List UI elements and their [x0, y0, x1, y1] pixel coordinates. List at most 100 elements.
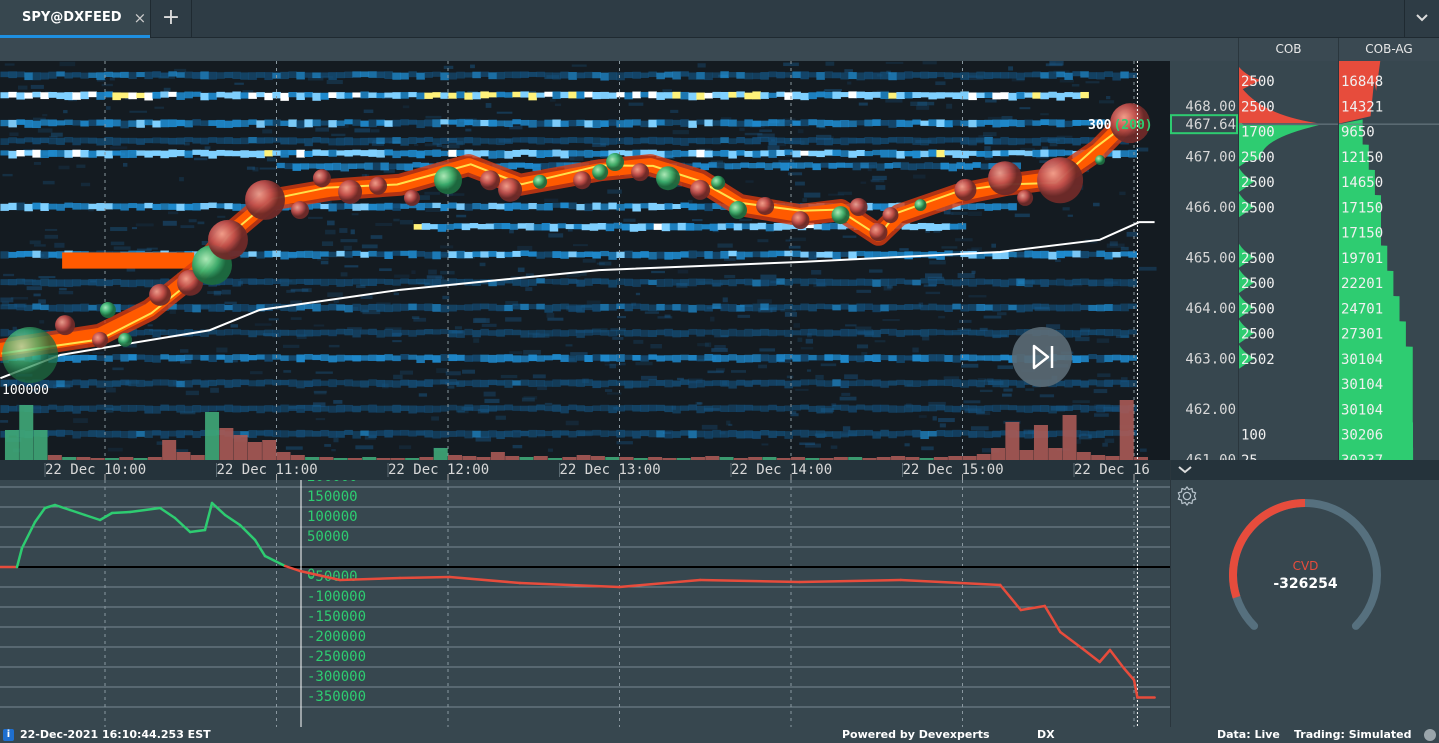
liquidity-cell	[264, 354, 273, 362]
liquidity-cell	[384, 137, 393, 144]
collapse-bar[interactable]	[1171, 460, 1439, 480]
liquidity-cell	[400, 138, 409, 146]
cvd-chart[interactable]: 200000150000100000500000-50000-100000-15…	[0, 480, 1170, 727]
liquidity-cell	[888, 355, 897, 362]
liquidity-cell	[984, 136, 993, 145]
heatmap-cell	[872, 175, 887, 180]
heatmap-cell	[185, 390, 199, 396]
tab-menu-button[interactable]	[1404, 0, 1439, 38]
heatmap-cell	[33, 161, 42, 165]
tab-spy-dxfeed[interactable]: SPY@DXFEED ×	[0, 0, 150, 38]
heatmap-cell	[1109, 241, 1118, 246]
liquidity-cell	[608, 379, 617, 386]
sell-trade-bubble	[791, 211, 810, 230]
liquidity-cell	[749, 223, 759, 231]
liquidity-cell	[1072, 355, 1081, 363]
liquidity-cell	[944, 72, 953, 80]
info-icon[interactable]: i	[3, 729, 14, 741]
liquidity-cell	[776, 329, 785, 336]
liquidity-cell	[424, 354, 433, 361]
liquidity-cell	[520, 250, 529, 257]
liquidity-cell	[600, 354, 609, 362]
liquidity-cell	[284, 163, 293, 170]
price-label: 462.00	[1185, 402, 1236, 418]
liquidity-cell	[64, 405, 73, 412]
liquidity-cell	[96, 138, 105, 146]
price-label: 464.00	[1185, 301, 1236, 317]
liquidity-cell	[280, 379, 289, 386]
liquidity-cell	[696, 119, 705, 125]
price-axis[interactable]: 468.00467.00466.00465.00464.00463.00462.…	[1170, 61, 1238, 460]
sell-trade-bubble	[573, 171, 592, 190]
liquidity-cell	[1040, 137, 1049, 143]
cvd-line-segment	[128, 506, 162, 514]
liquidity-cell	[568, 278, 577, 284]
liquidity-cell	[352, 405, 361, 413]
skip-to-live-button[interactable]	[1012, 327, 1072, 387]
heatmap-cell	[339, 228, 348, 233]
liquidity-cell	[920, 278, 929, 284]
liquidity-cell	[80, 91, 89, 100]
liquidity-cell	[912, 354, 921, 362]
liquidity-cell	[328, 251, 337, 258]
liquidity-cell	[88, 405, 97, 412]
liquidity-cell	[568, 136, 577, 143]
liquidity-cell	[632, 91, 641, 99]
liquidity-cell	[352, 138, 361, 146]
heatmap-cell	[399, 219, 414, 225]
cvd-line-segment	[210, 501, 227, 517]
liquidity-cell	[1128, 329, 1137, 335]
cob-size: 2500	[1241, 301, 1275, 317]
liquidity-cell	[304, 138, 313, 147]
liquidity-cell	[416, 251, 425, 257]
liquidity-cell	[280, 251, 289, 260]
liquidity-cell	[508, 162, 517, 170]
liquidity-cell	[288, 150, 297, 156]
liquidity-cell	[1104, 329, 1113, 337]
volume-bar	[1062, 415, 1077, 460]
liquidity-cell	[496, 120, 505, 127]
liquidity-cell	[760, 120, 769, 127]
liquidity-cell	[1120, 355, 1129, 363]
liquidity-cell	[96, 203, 105, 211]
liquidity-cell	[704, 329, 713, 335]
chevron-down-icon[interactable]	[1175, 460, 1195, 480]
liquidity-cell	[304, 92, 313, 98]
heatmap-cell	[290, 288, 309, 292]
liquidity-cell	[136, 329, 145, 336]
volume-bar	[233, 435, 248, 460]
liquidity-cell	[8, 150, 17, 159]
liquidity-cell	[640, 329, 649, 337]
liquidity-cell	[1072, 137, 1081, 146]
liquidity-cell	[48, 149, 57, 157]
liquidity-cell	[976, 405, 985, 414]
liquidity-cell	[192, 430, 201, 438]
cob-size: 2500	[1241, 327, 1275, 343]
time-axis[interactable]: 22 Dec 10:00 22 Dec 11:00 22 Dec 12:00 22 D…	[0, 460, 1170, 480]
liquidity-cell	[304, 250, 313, 258]
liquidity-cell	[152, 150, 161, 156]
liquidity-cell	[1048, 251, 1057, 260]
liquidity-cell	[904, 329, 913, 336]
liquidity-cell	[128, 379, 137, 387]
liquidity-cell	[744, 304, 753, 312]
liquidity-cell	[160, 329, 169, 336]
liquidity-cell	[768, 137, 777, 146]
liquidity-cell	[364, 162, 373, 170]
liquidity-cell	[176, 72, 185, 78]
add-tab-button[interactable]: +	[150, 0, 192, 38]
liquidity-cell	[336, 250, 345, 257]
heatmap-chart[interactable]: 100000300 (200)	[0, 61, 1170, 460]
status-timestamp: 22-Dec-2021 16:10:44.253 EST	[20, 728, 211, 741]
liquidity-cell	[368, 430, 377, 438]
liquidity-cell	[856, 72, 865, 81]
close-icon[interactable]: ×	[134, 9, 147, 27]
heatmap-cell	[544, 402, 553, 405]
liquidity-cell	[104, 119, 113, 128]
heatmap-cell	[724, 274, 736, 279]
liquidity-cell	[976, 137, 985, 143]
liquidity-cell	[656, 303, 665, 311]
cvd-line-segment	[173, 516, 192, 534]
liquidity-cell	[224, 304, 233, 311]
heatmap-cell	[39, 320, 45, 324]
